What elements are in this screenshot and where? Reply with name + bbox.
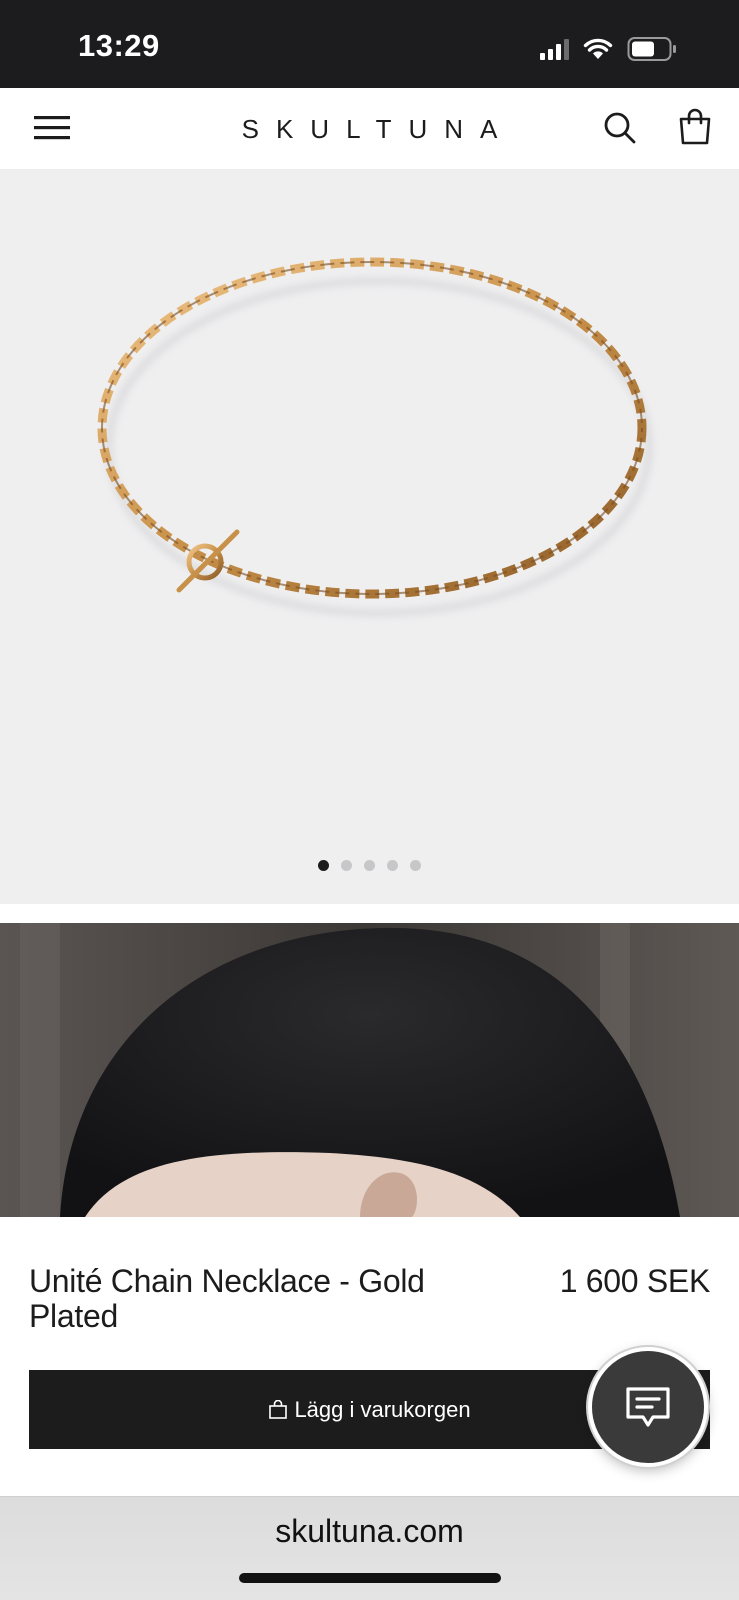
hamburger-menu-button[interactable] — [34, 114, 72, 142]
status-time: 13:29 — [78, 28, 160, 63]
battery-icon — [627, 37, 676, 61]
status-bar: 13:29 — [0, 0, 739, 88]
chat-icon — [626, 1387, 670, 1427]
shopping-bag-icon — [269, 1399, 288, 1419]
gallery-dot-1[interactable] — [318, 860, 329, 871]
gallery-dot-5[interactable] — [410, 860, 421, 871]
browser-address-bar[interactable]: skultuna.com — [0, 1496, 739, 1600]
wifi-icon — [583, 38, 613, 59]
product-image-necklace — [97, 257, 652, 616]
hamburger-menu-icon — [34, 116, 70, 140]
cart-button[interactable] — [678, 108, 712, 146]
search-icon — [604, 112, 636, 144]
product-image-gallery[interactable] — [0, 170, 739, 904]
product-image-model[interactable] — [0, 923, 739, 1217]
product-title: Unité Chain Necklace - Gold Plated — [29, 1263, 425, 1334]
cellular-signal-icon — [540, 38, 569, 60]
add-to-cart-label: Lägg i varukorgen — [294, 1396, 471, 1422]
gallery-dot-2[interactable] — [341, 860, 352, 871]
product-price: 1 600 SEK — [559, 1263, 711, 1299]
toggle-clasp — [176, 529, 240, 593]
site-header: SKULTUNA — [0, 88, 739, 170]
status-icons — [540, 34, 677, 64]
chat-support-button[interactable] — [588, 1347, 708, 1467]
search-button[interactable] — [603, 111, 637, 145]
browser-url[interactable]: skultuna.com — [0, 1513, 739, 1550]
gallery-dot-4[interactable] — [387, 860, 398, 871]
home-indicator[interactable] — [239, 1573, 501, 1583]
model-photo-illustration — [0, 923, 739, 1217]
shopping-bag-icon — [679, 108, 711, 145]
gallery-pagination — [0, 860, 739, 871]
gallery-dot-3[interactable] — [364, 860, 375, 871]
